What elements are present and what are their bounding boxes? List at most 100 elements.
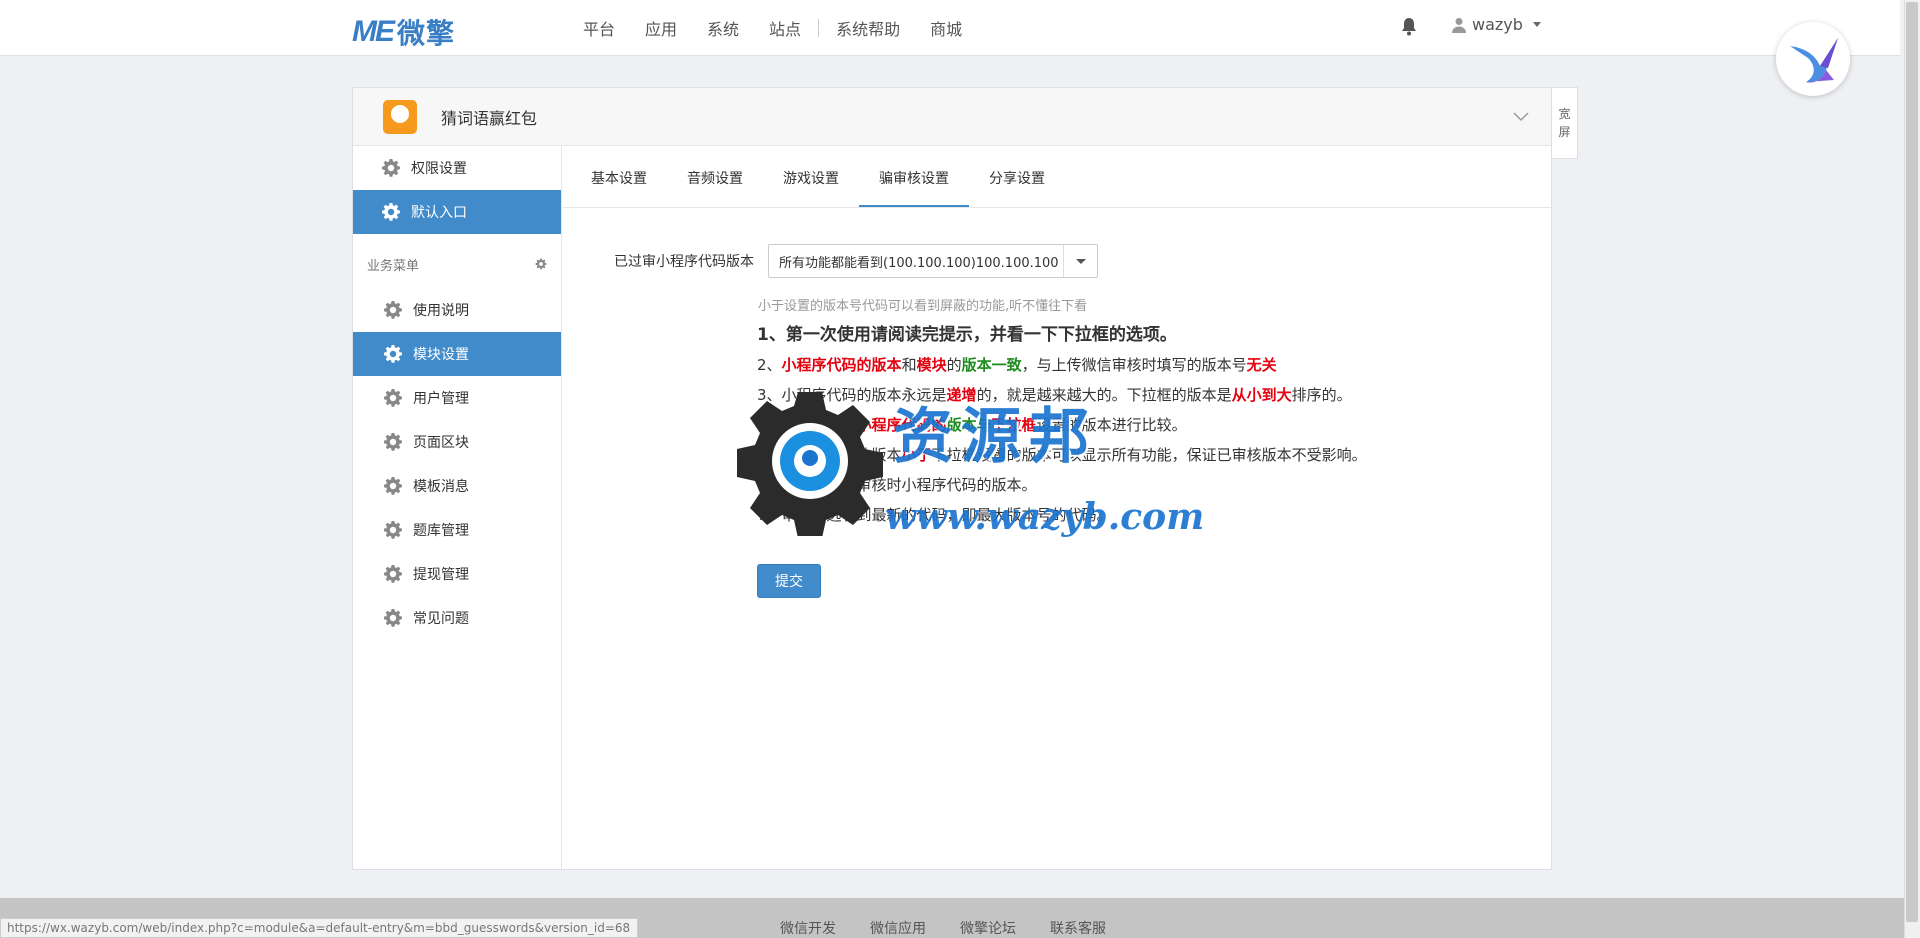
note-emphasis: 递增 xyxy=(946,386,977,404)
sidebar-item-label: 模板消息 xyxy=(413,479,469,495)
user-name: wazyb xyxy=(1472,15,1523,34)
logo-mark: ME xyxy=(352,15,395,48)
gear-icon[interactable] xyxy=(535,258,547,270)
footer-link-dev[interactable]: 微信开发 xyxy=(780,918,836,938)
note-text: 的 xyxy=(946,356,962,374)
sidebar-item-label: 使用说明 xyxy=(413,303,469,319)
select-toggle[interactable] xyxy=(1063,245,1097,277)
settings-tabs: 基本设置 音频设置 游戏设置 骗审核设置 分享设置 xyxy=(563,146,1551,208)
note-emphasis: 小于 xyxy=(901,446,932,464)
nav-link-platform[interactable]: 平台 xyxy=(568,16,630,40)
floating-bird-badge[interactable] xyxy=(1776,22,1850,96)
footer-link-support[interactable]: 联系客服 xyxy=(1050,918,1106,938)
note-emphasis: 版本一致 xyxy=(961,356,1022,374)
note-emphasis: 下拉框 xyxy=(991,416,1037,434)
instruction-notes: 1、第一次使用请阅读完提示，并看一下下拉框的选项。 2、小程序代码的版本和模块的… xyxy=(757,320,1457,530)
status-bar-url: https://wx.wazyb.com/web/index.php?c=mod… xyxy=(0,918,638,938)
note-text: 5、小程序代码的版本 xyxy=(757,446,902,464)
sidebar: 权限设置 默认入口 业务菜单 使用说明 模块设置 用户管理 页面区块 模板消息 … xyxy=(353,146,562,869)
gear-icon xyxy=(384,565,402,583)
top-navbar: ME 微擎 平台 应用 系统 站点 系统帮助 商城 wazyb xyxy=(0,0,1900,56)
sidebar-item-label: 题库管理 xyxy=(413,523,469,539)
sidebar-item-label: 默认入口 xyxy=(411,205,467,221)
note-7: 7、审核永远看到最新的代码，即最大版本号的代码。 xyxy=(757,506,1112,524)
sidebar-item-module-settings[interactable]: 模块设置 xyxy=(353,332,561,376)
gear-icon xyxy=(384,433,402,451)
nav-link-system[interactable]: 系统 xyxy=(692,16,754,40)
note-emphasis: 骗审核 xyxy=(781,416,827,434)
sidebar-item-label: 模块设置 xyxy=(413,347,469,363)
nav-link-store[interactable]: 商城 xyxy=(915,16,977,40)
sidebar-item-label: 权限设置 xyxy=(411,161,467,177)
gear-icon xyxy=(384,345,402,363)
app-title: 猜词语赢红包 xyxy=(441,108,538,128)
logo[interactable]: ME 微擎 xyxy=(352,12,455,52)
nav-link-help[interactable]: 系统帮助 xyxy=(821,16,915,40)
gear-icon xyxy=(384,477,402,495)
sidebar-item-withdrawals[interactable]: 提现管理 xyxy=(353,552,561,596)
note-emphasis: 小程序代码的版本 xyxy=(781,356,902,374)
note-text: 3、小程序代码的版本永远是 xyxy=(757,386,947,404)
nav-link-apps[interactable]: 应用 xyxy=(630,16,692,40)
note-4: 4、骗审核是以小程序代码的版本与下拉框设置的版本进行比较。 xyxy=(757,410,1457,440)
sidebar-item-usage-guide[interactable]: 使用说明 xyxy=(353,288,561,332)
panel-header[interactable]: 猜词语赢红包 xyxy=(353,88,1551,146)
bell-icon[interactable] xyxy=(1400,17,1418,37)
note-text: 是以 xyxy=(826,416,857,434)
chevron-down-icon[interactable] xyxy=(1513,108,1529,124)
sidebar-item-faq[interactable]: 常见问题 xyxy=(353,596,561,640)
main-content: 基本设置 音频设置 游戏设置 骗审核设置 分享设置 已过审小程序代码版本 所有功… xyxy=(563,146,1551,869)
tab-review-settings[interactable]: 骗审核设置 xyxy=(859,161,969,207)
version-select[interactable]: 所有功能都能看到(100.100.100)100.100.100 xyxy=(768,244,1098,278)
nav-link-sites[interactable]: 站点 xyxy=(754,16,816,40)
app-logo-icon xyxy=(383,99,417,134)
note-emphasis: 从小到大 xyxy=(1231,386,1292,404)
tab-game-settings[interactable]: 游戏设置 xyxy=(763,161,859,207)
version-label: 已过审小程序代码版本 xyxy=(614,254,754,270)
note-1: 1、第一次使用请阅读完提示，并看一下下拉框的选项。 xyxy=(757,325,1177,345)
note-text: 和 xyxy=(901,356,917,374)
note-6: 6、请记住上传审核时小程序代码的版本。 xyxy=(757,476,1037,494)
wide-screen-button[interactable]: 宽屏 xyxy=(1552,87,1578,159)
sidebar-item-label: 常见问题 xyxy=(413,611,469,627)
sidebar-item-default-entry[interactable]: 默认入口 xyxy=(353,190,561,234)
note-text: 4、 xyxy=(757,416,782,434)
note-emphasis: 无关 xyxy=(1246,356,1277,374)
gear-icon xyxy=(382,159,400,177)
sidebar-item-template-messages[interactable]: 模板消息 xyxy=(353,464,561,508)
sidebar-item-user-management[interactable]: 用户管理 xyxy=(353,376,561,420)
gear-icon xyxy=(384,609,402,627)
nav-divider xyxy=(818,19,820,37)
note-emphasis: 版本与 xyxy=(946,416,992,434)
note-text: ，与上传微信审核时填写的版本号 xyxy=(1021,356,1247,374)
note-emphasis: 小程序代码的 xyxy=(856,416,947,434)
sidebar-item-permissions[interactable]: 权限设置 xyxy=(353,146,561,190)
note-3: 3、小程序代码的版本永远是递增的，就是越来越大的。下拉框的版本是从小到大排序的。 xyxy=(757,380,1457,410)
tab-audio-settings[interactable]: 音频设置 xyxy=(667,161,763,207)
note-text: 设置的版本进行比较。 xyxy=(1036,416,1187,434)
sidebar-item-label: 提现管理 xyxy=(413,567,469,583)
sidebar-item-label: 页面区块 xyxy=(413,435,469,451)
footer-link-forum[interactable]: 微擎论坛 xyxy=(960,918,1016,938)
gear-icon xyxy=(382,203,400,221)
gear-icon xyxy=(384,521,402,539)
note-5: 5、小程序代码的版本小于下拉框设置的版本可以显示所有功能，保证已审核版本不受影响… xyxy=(757,440,1457,470)
version-help-text: 小于设置的版本号代码可以看到屏蔽的功能,听不懂往下看 xyxy=(758,299,1088,314)
sidebar-item-question-bank[interactable]: 题库管理 xyxy=(353,508,561,552)
tab-share-settings[interactable]: 分享设置 xyxy=(969,161,1065,207)
note-text: 下拉框设置的版本可以显示所有功能，保证已审核版本不受影响。 xyxy=(931,446,1367,464)
user-menu[interactable]: wazyb xyxy=(1452,15,1541,34)
module-panel: 猜词语赢红包 权限设置 默认入口 业务菜单 使用说明 模块设置 用户管理 页面区… xyxy=(352,87,1552,870)
note-emphasis: 模块 xyxy=(916,356,947,374)
footer-link-apps[interactable]: 微信应用 xyxy=(870,918,926,938)
note-2: 2、小程序代码的版本和模块的版本一致，与上传微信审核时填写的版本号无关 xyxy=(757,350,1457,380)
sidebar-item-label: 用户管理 xyxy=(413,391,469,407)
note-text: 的，就是越来越大的。下拉框的版本是 xyxy=(976,386,1232,404)
version-select-value: 所有功能都能看到(100.100.100)100.100.100 xyxy=(779,255,1059,271)
submit-button[interactable]: 提交 xyxy=(757,564,821,598)
scrollbar-thumb[interactable] xyxy=(1906,2,1918,922)
chevron-down-icon xyxy=(1532,22,1541,27)
tab-basic-settings[interactable]: 基本设置 xyxy=(571,161,667,207)
sidebar-item-page-blocks[interactable]: 页面区块 xyxy=(353,420,561,464)
sidebar-section-title: 业务菜单 xyxy=(367,258,420,274)
